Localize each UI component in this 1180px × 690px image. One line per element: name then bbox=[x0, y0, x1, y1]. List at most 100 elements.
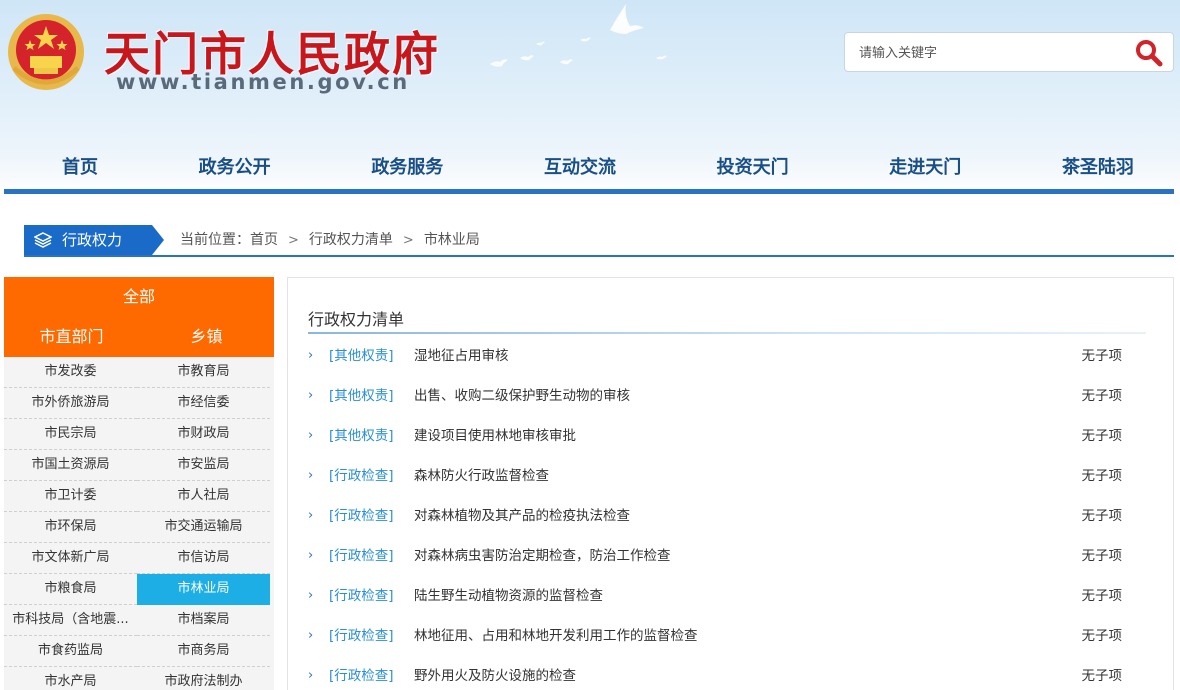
sidebar-item-department[interactable]: 市信访局 bbox=[137, 543, 270, 574]
sidebar-item-department[interactable]: 市民宗局 bbox=[4, 419, 137, 450]
nav-item-about[interactable]: 走进天门 bbox=[889, 148, 961, 188]
item-title[interactable]: 陆生野生动植物资源的监督检查 bbox=[414, 576, 603, 616]
list-item[interactable]: › [行政检查] 对森林植物及其产品的检疫执法检查 无子项 bbox=[306, 496, 1146, 536]
breadcrumb: 当前位置：首页 > 行政权力清单 > 市林业局 bbox=[180, 225, 480, 256]
sidebar-item-department[interactable]: 市文体新广局 bbox=[4, 543, 137, 574]
sidebar-item-department[interactable]: 市水产局 bbox=[4, 667, 137, 690]
sidebar-item-department[interactable]: 市外侨旅游局 bbox=[4, 388, 137, 419]
sidebar-item-department[interactable]: 市科技局（含地震... bbox=[4, 605, 137, 636]
nav-item-home[interactable]: 首页 bbox=[62, 148, 98, 188]
nav-item-government-services[interactable]: 政务服务 bbox=[371, 148, 443, 188]
item-subitem-status: 无子项 bbox=[1081, 588, 1123, 604]
item-title[interactable]: 森林防火行政监督检查 bbox=[414, 456, 549, 496]
sidebar-item-department[interactable]: 市交通运输局 bbox=[137, 512, 270, 543]
national-emblem-icon[interactable] bbox=[6, 10, 86, 94]
list-item[interactable]: › [行政检查] 陆生野生动植物资源的监督检查 无子项 bbox=[306, 576, 1146, 616]
sidebar-item-department[interactable]: 市粮食局 bbox=[4, 574, 137, 605]
chevron-right-icon: > bbox=[402, 233, 414, 248]
item-title[interactable]: 对森林植物及其产品的检疫执法检查 bbox=[414, 496, 630, 536]
sidebar-header: 全部 市直部门 乡镇 bbox=[4, 277, 274, 357]
sidebar-item-department[interactable]: 市安监局 bbox=[137, 450, 270, 481]
list-item[interactable]: › [行政检查] 对森林病虫害防治定期检查，防治工作检查 无子项 bbox=[306, 536, 1146, 576]
list-item[interactable]: › [其他权责] 湿地征占用审核 无子项 bbox=[306, 336, 1146, 376]
sidebar-item-department[interactable]: 市教育局 bbox=[137, 357, 270, 388]
list-item[interactable]: › [其他权责] 出售、收购二级保护野生动物的审核 无子项 bbox=[306, 376, 1146, 416]
chevron-right-icon: › bbox=[308, 348, 314, 363]
search-box bbox=[844, 32, 1174, 72]
chevron-right-icon: › bbox=[308, 508, 314, 523]
breadcrumb-prefix: 当前位置： bbox=[180, 232, 250, 248]
item-title[interactable]: 建设项目使用林地审核审批 bbox=[414, 416, 576, 456]
item-category[interactable]: [其他权责] bbox=[329, 336, 394, 376]
list-item[interactable]: › [行政检查] 森林防火行政监督检查 无子项 bbox=[306, 456, 1146, 496]
chevron-right-icon: › bbox=[308, 388, 314, 403]
breadcrumb-forestry-bureau[interactable]: 市林业局 bbox=[424, 232, 480, 248]
nav-divider bbox=[4, 189, 1174, 194]
sidebar-tabs: 市直部门 乡镇 bbox=[4, 317, 274, 357]
nav-item-interaction[interactable]: 互动交流 bbox=[544, 148, 616, 188]
breadcrumb-home[interactable]: 首页 bbox=[250, 232, 278, 248]
section-tag: 行政权力 bbox=[24, 225, 164, 255]
item-title[interactable]: 林地征用、占用和林地开发利用工作的监督检查 bbox=[414, 616, 698, 656]
sidebar-item-department[interactable]: 市财政局 bbox=[137, 419, 270, 450]
sidebar-item-department[interactable]: 市经信委 bbox=[137, 388, 270, 419]
sidebar-item-department[interactable]: 市人社局 bbox=[137, 481, 270, 512]
chevron-right-icon: › bbox=[308, 668, 314, 683]
sidebar-item-department[interactable]: 市发改委 bbox=[4, 357, 137, 388]
sidebar-item-department[interactable]: 市卫计委 bbox=[4, 481, 137, 512]
power-list: › [其他权责] 湿地征占用审核 无子项 › [其他权责] 出售、收购二级保护野生动物的审核… bbox=[306, 336, 1146, 690]
item-subitem-status: 无子项 bbox=[1081, 348, 1123, 364]
sidebar-item-department[interactable]: 市档案局 bbox=[137, 605, 270, 636]
item-category[interactable]: [行政检查] bbox=[329, 496, 394, 536]
item-category[interactable]: [其他权责] bbox=[329, 376, 394, 416]
item-category[interactable]: [行政检查] bbox=[329, 616, 394, 656]
sidebar-item-department[interactable]: 市食药监局 bbox=[4, 636, 137, 667]
sidebar-item-department[interactable]: 市政府法制办 bbox=[137, 667, 270, 690]
nav-item-government-affairs[interactable]: 政务公开 bbox=[199, 148, 271, 188]
item-category[interactable]: [行政检查] bbox=[329, 576, 394, 616]
site-header: 天门市人民政府 www.tianmen.gov.cn 首页 政务公开 政务服务 … bbox=[0, 0, 1180, 195]
chevron-right-icon: › bbox=[308, 468, 314, 483]
chevron-right-icon: > bbox=[288, 233, 299, 248]
main-nav: 首页 政务公开 政务服务 互动交流 投资天门 走进天门 茶圣陆羽 bbox=[4, 148, 1174, 188]
item-title[interactable]: 对森林病虫害防治定期检查，防治工作检查 bbox=[414, 536, 671, 576]
list-item[interactable]: › [行政检查] 林地征用、占用和林地开发利用工作的监督检查 无子项 bbox=[306, 616, 1146, 656]
item-subitem-status: 无子项 bbox=[1081, 548, 1123, 564]
section-label: 行政权力 bbox=[62, 231, 123, 249]
item-subitem-status: 无子项 bbox=[1081, 428, 1123, 444]
department-sidebar: 全部 市直部门 乡镇 市发改委 市教育局 市外侨旅游局 市经信委 市民宗局 市财政局 市国土… bbox=[4, 277, 274, 690]
tab-city-departments[interactable]: 市直部门 bbox=[4, 317, 139, 357]
tab-townships[interactable]: 乡镇 bbox=[139, 317, 274, 357]
nav-item-invest[interactable]: 投资天门 bbox=[717, 148, 789, 188]
item-category[interactable]: [其他权责] bbox=[329, 416, 394, 456]
item-subitem-status: 无子项 bbox=[1081, 628, 1123, 644]
item-category[interactable]: [行政检查] bbox=[329, 656, 394, 690]
list-title: 行政权力清单 bbox=[308, 310, 405, 329]
site-url: www.tianmen.gov.cn bbox=[116, 70, 410, 94]
item-title[interactable]: 野外用火及防火设施的检查 bbox=[414, 656, 576, 690]
breadcrumb-row: 行政权力 当前位置：首页 > 行政权力清单 > 市林业局 bbox=[24, 225, 1174, 257]
item-category[interactable]: [行政检查] bbox=[329, 536, 394, 576]
item-category[interactable]: [行政检查] bbox=[329, 456, 394, 496]
search-icon[interactable] bbox=[1135, 39, 1163, 67]
breadcrumb-power-list[interactable]: 行政权力清单 bbox=[309, 232, 393, 248]
sidebar-item-department[interactable]: 市国土资源局 bbox=[4, 450, 137, 481]
nav-item-lu-yu[interactable]: 茶圣陆羽 bbox=[1062, 148, 1134, 188]
doves-decoration-icon bbox=[490, 4, 667, 67]
item-title[interactable]: 湿地征占用审核 bbox=[414, 336, 509, 376]
sidebar-all-tab[interactable]: 全部 bbox=[4, 277, 274, 317]
power-list-panel: 行政权力清单 › [其他权责] 湿地征占用审核 无子项 › [其他权责] 出售、收购二级保护… bbox=[287, 277, 1174, 690]
search-input[interactable] bbox=[859, 42, 1119, 64]
list-item[interactable]: › [行政检查] 野外用火及防火设施的检查 无子项 bbox=[306, 656, 1146, 690]
item-subitem-status: 无子项 bbox=[1081, 508, 1123, 524]
chevron-right-icon: › bbox=[308, 548, 314, 563]
sidebar-item-department[interactable]: 市林业局 bbox=[137, 574, 270, 605]
chevron-right-icon: › bbox=[308, 588, 314, 603]
item-title[interactable]: 出售、收购二级保护野生动物的审核 bbox=[414, 376, 630, 416]
layers-icon bbox=[34, 232, 52, 248]
sidebar-item-department[interactable]: 市环保局 bbox=[4, 512, 137, 543]
list-item[interactable]: › [其他权责] 建设项目使用林地审核审批 无子项 bbox=[306, 416, 1146, 456]
chevron-right-icon: › bbox=[308, 428, 314, 443]
sidebar-item-department[interactable]: 市商务局 bbox=[137, 636, 270, 667]
item-subitem-status: 无子项 bbox=[1081, 388, 1123, 404]
